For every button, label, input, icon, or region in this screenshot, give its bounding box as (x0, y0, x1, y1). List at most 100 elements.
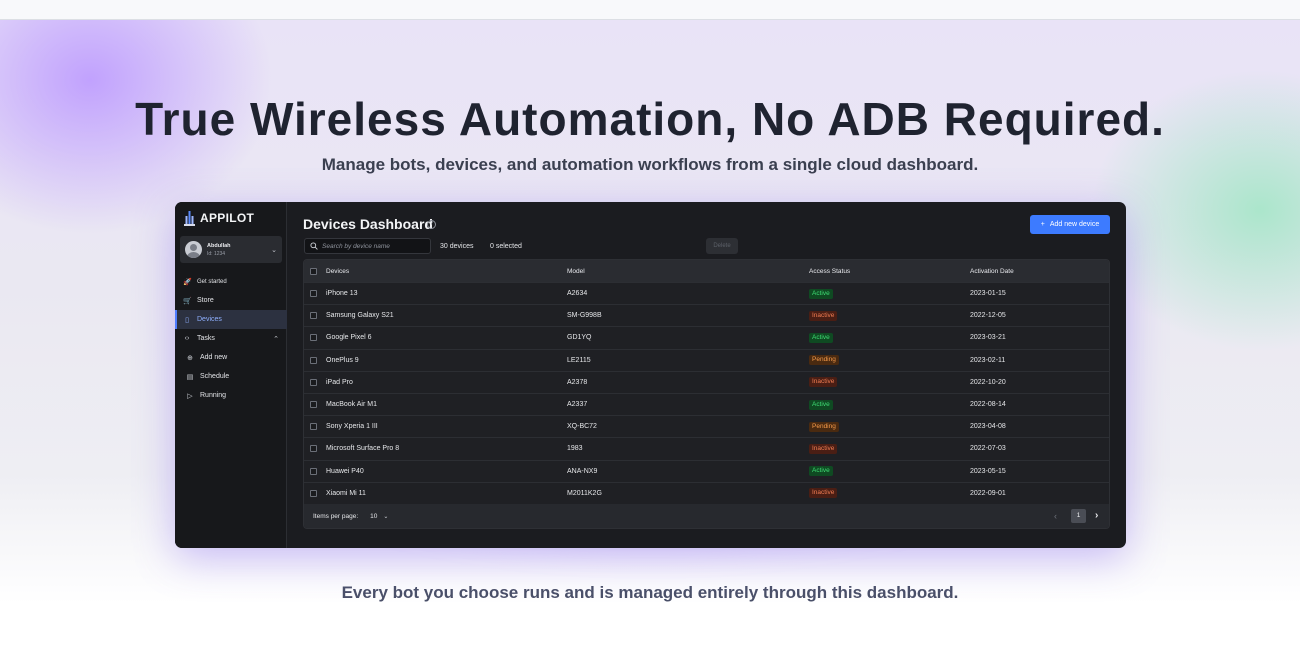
activation-date-cell: 2023-02-11 (970, 356, 1006, 364)
table-row[interactable]: iPhone 13 A2634 Active 2023-01-15 (304, 282, 1109, 304)
column-header-model[interactable]: Model (567, 268, 809, 275)
items-per-page-select[interactable]: 10 (370, 513, 377, 520)
row-checkbox[interactable] (310, 312, 317, 320)
dashboard-preview: APPILOT Abdullah Id: 1234 ⌄ 🚀 Get starte… (175, 202, 1126, 548)
delete-button[interactable]: Delete (706, 238, 738, 254)
main-panel: Devices Dashboard ? + Add new device 30 … (288, 202, 1126, 548)
device-name-cell: Samsung Galaxy S21 (326, 312, 394, 320)
search-input[interactable] (322, 242, 427, 250)
device-name-cell: Google Pixel 6 (326, 334, 372, 342)
sidebar-item-label: Store (197, 297, 214, 304)
row-checkbox[interactable] (310, 356, 317, 364)
model-cell: SM-G998B (567, 312, 602, 320)
row-checkbox[interactable] (310, 489, 317, 497)
table-row[interactable]: Xiaomi Mi 11 M2011K2G Inactive 2022-09-01 (304, 481, 1109, 504)
row-checkbox[interactable] (310, 290, 317, 298)
model-cell: A2634 (567, 290, 588, 298)
brand[interactable]: APPILOT (184, 210, 254, 226)
sidebar-item-tasks[interactable]: ‹› Tasks ⌃ (175, 329, 287, 348)
column-header-status[interactable]: Access Status (809, 268, 970, 275)
plus-circle-icon: ⊕ (187, 354, 193, 362)
sidebar-item-store[interactable]: 🛒 Store (175, 291, 287, 310)
sidebar-item-devices[interactable]: ▯ Devices (175, 310, 287, 329)
sidebar-nav: 🚀 Get started 🛒 Store ▯ Devices ‹› Tasks… (175, 272, 287, 405)
current-page[interactable]: 1 (1071, 509, 1086, 523)
hero-footer: Every bot you choose runs and is managed… (341, 583, 959, 602)
prev-page-icon[interactable]: ‹ (1054, 511, 1057, 521)
activation-date-cell: 2022-08-14 (970, 401, 1006, 409)
model-cell: GD1YQ (567, 334, 592, 342)
search-field[interactable] (304, 238, 431, 254)
browser-top-bar (0, 0, 1300, 20)
device-name-cell: Microsoft Surface Pro 8 (326, 445, 400, 453)
sidebar-item-label: Running (200, 392, 227, 399)
user-id: Id: 1234 (207, 250, 226, 257)
sidebar-item-get-started[interactable]: 🚀 Get started (175, 272, 287, 291)
sidebar-item-label: Schedule (200, 373, 230, 380)
select-all-checkbox[interactable] (310, 267, 317, 275)
sidebar-item-schedule[interactable]: ▤ Schedule (175, 367, 287, 386)
row-checkbox[interactable] (310, 334, 317, 342)
code-icon: ‹› (184, 335, 190, 342)
calendar-icon: ▤ (186, 373, 194, 381)
chevron-down-icon[interactable]: ⌄ (383, 513, 388, 520)
help-icon[interactable]: ? (427, 220, 436, 229)
activation-date-cell: 2022-07-03 (970, 445, 1006, 453)
model-cell: 1983 (567, 445, 583, 453)
activation-date-cell: 2023-04-08 (970, 423, 1006, 431)
device-name-cell: Huawei P40 (326, 467, 364, 475)
table-row[interactable]: Sony Xperia 1 III XQ-BC72 Pending 2023-04-0… (304, 415, 1109, 437)
sidebar-item-add-new[interactable]: ⊕ Add new (175, 348, 287, 367)
items-per-page-label: Items per page: (313, 512, 359, 520)
device-name-cell: Sony Xperia 1 III (326, 423, 378, 431)
devices-table: Devices Model Access Status Activation D… (303, 259, 1110, 529)
sidebar-item-label: Devices (197, 316, 222, 323)
row-checkbox[interactable] (310, 445, 317, 453)
column-header-date[interactable]: Activation Date (970, 268, 1109, 275)
hero-subtitle: Manage bots, devices, and automation wor… (321, 155, 979, 174)
model-cell: A2337 (567, 401, 588, 409)
table-row[interactable]: Huawei P40 ANA-NX9 Active 2023-05-15 (304, 459, 1109, 482)
activation-date-cell: 2023-01-15 (970, 290, 1006, 298)
rocket-icon: 🚀 (183, 278, 192, 286)
device-name-cell: iPhone 13 (326, 290, 358, 298)
table-header: Devices Model Access Status Activation D… (304, 260, 1109, 282)
brand-name: APPILOT (200, 211, 255, 225)
table-row[interactable]: iPad Pro A2378 Inactive 2022-10-20 (304, 370, 1109, 393)
status-badge: Pending (809, 355, 839, 366)
activation-date-cell: 2023-05-15 (970, 467, 1006, 475)
row-checkbox[interactable] (310, 467, 317, 475)
model-cell: XQ-BC72 (567, 423, 597, 431)
status-badge: Inactive (809, 443, 838, 454)
status-badge: Inactive (809, 488, 838, 499)
page-title: Devices Dashboard (303, 216, 433, 232)
row-checkbox[interactable] (310, 401, 317, 409)
row-checkbox[interactable] (310, 423, 317, 431)
model-cell: M2011K2G (567, 489, 602, 497)
next-page-icon[interactable]: › (1095, 510, 1098, 521)
status-badge: Active (809, 399, 833, 410)
user-name: Abdullah (207, 242, 231, 249)
selected-count: 0 selected (490, 243, 522, 250)
table-row[interactable]: Google Pixel 6 GD1YQ Active 2023-03-21 (304, 326, 1109, 348)
user-menu[interactable]: Abdullah Id: 1234 ⌄ (180, 236, 282, 263)
table-row[interactable]: Microsoft Surface Pro 8 1983 Inactive 2022-… (304, 437, 1109, 459)
chevron-up-icon: ⌃ (273, 335, 279, 343)
status-badge: Active (809, 332, 833, 343)
pagination-bar: Items per page: 10 ⌄ ‹ 1 › (304, 504, 1109, 528)
table-row[interactable]: OnePlus 9 LE2115 Pending 2023-02-11 (304, 348, 1109, 371)
sidebar-item-running[interactable]: ▷ Running (175, 386, 287, 405)
activation-date-cell: 2022-10-20 (970, 378, 1006, 386)
table-row[interactable]: MacBook Air M1 A2337 Active 2022-08-14 (304, 392, 1109, 415)
add-device-button[interactable]: + Add new device (1030, 215, 1110, 234)
status-badge: Inactive (809, 377, 838, 388)
table-row[interactable]: Samsung Galaxy S21 SM-G998B Inactive 2022-1… (304, 304, 1109, 326)
status-badge: Active (809, 288, 833, 299)
plus-icon: + (1040, 221, 1045, 228)
search-icon (310, 242, 318, 250)
table-body: iPhone 13 A2634 Active 2023-01-15 Samsung Ga… (304, 282, 1109, 504)
column-header-devices[interactable]: Devices (326, 268, 567, 275)
row-checkbox[interactable] (310, 378, 317, 386)
activation-date-cell: 2022-09-01 (970, 489, 1006, 497)
device-name-cell: OnePlus 9 (326, 356, 359, 364)
